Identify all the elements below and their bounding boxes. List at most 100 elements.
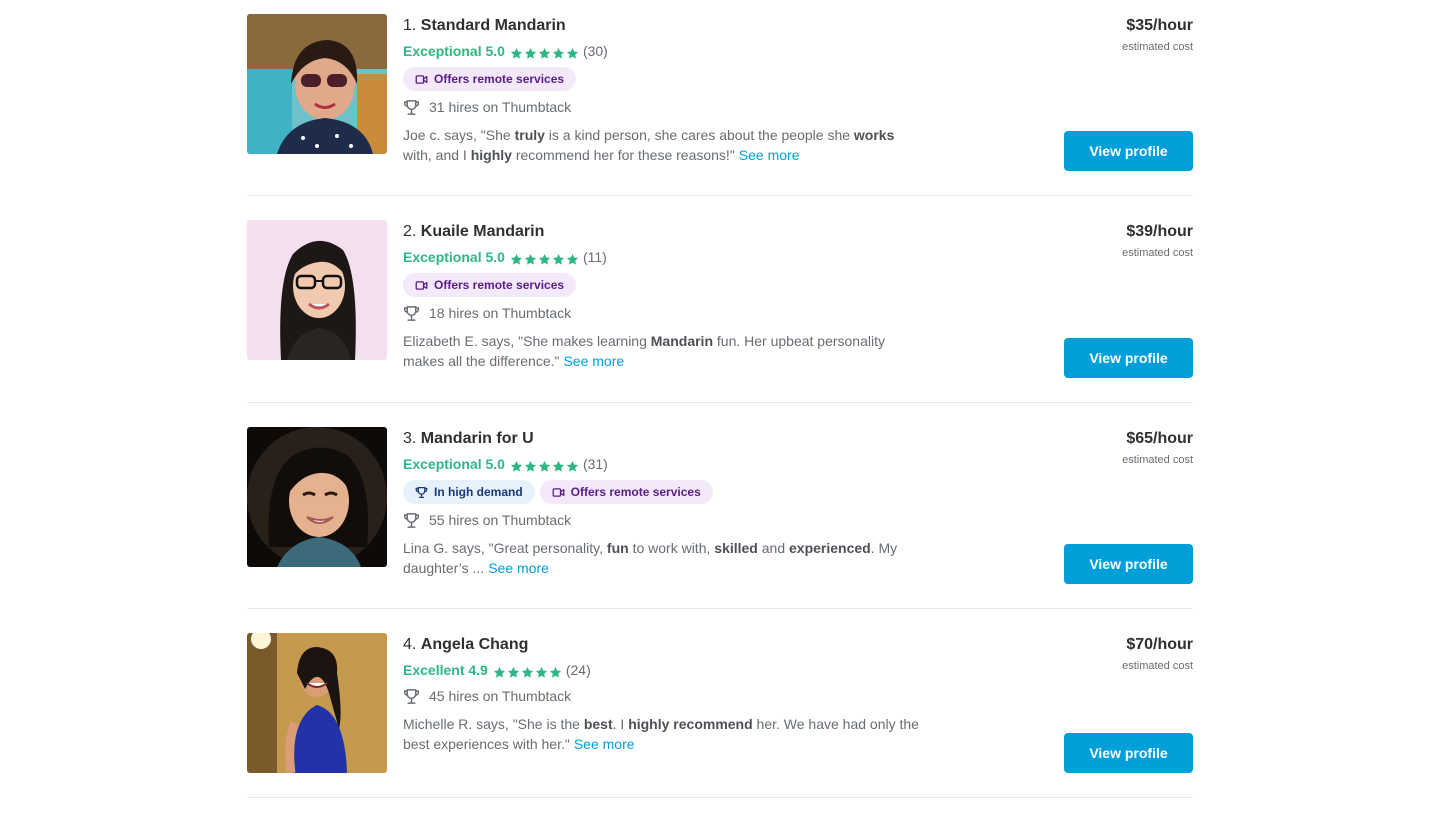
price-note: estimated cost — [1122, 660, 1193, 672]
star-icon — [566, 458, 579, 472]
review-highlight: truly — [514, 127, 545, 143]
price-block: $39/hour estimated cost — [1122, 220, 1193, 260]
review-snippet: Joe c. says, "She truly is a kind person… — [403, 125, 923, 165]
pro-name[interactable]: Angela Chang — [421, 636, 529, 653]
pro-info: 4. Angela Chang Excellent 4.9 (24) 45 hi… — [403, 633, 923, 754]
pro-card: 4. Angela Chang Excellent 4.9 (24) 45 hi… — [247, 609, 1193, 798]
pro-info: 2. Kuaile Mandarin Exceptional 5.0 (11) … — [403, 220, 923, 371]
rating-stars — [493, 664, 562, 678]
badges: Offers remote services — [403, 273, 923, 297]
star-icon — [510, 45, 523, 59]
hires-count: 45 hires on Thumbtack — [429, 688, 572, 704]
pro-title[interactable]: 3. Mandarin for U — [403, 427, 923, 451]
pro-rank: 3. — [403, 430, 417, 447]
star-icon — [507, 664, 520, 678]
pro-title[interactable]: 1. Standard Mandarin — [403, 14, 923, 38]
pro-rank: 2. — [403, 223, 417, 240]
review-snippet: Michelle R. says, "She is the best. I hi… — [403, 714, 923, 754]
rating-stars — [510, 45, 579, 59]
pro-title[interactable]: 4. Angela Chang — [403, 633, 923, 657]
rating-stars — [510, 458, 579, 472]
rating-row: Excellent 4.9 (24) — [403, 660, 923, 680]
hires-row: 55 hires on Thumbtack — [403, 510, 923, 530]
trophy-icon — [415, 486, 428, 499]
review-count: (30) — [582, 43, 608, 59]
hires-row: 31 hires on Thumbtack — [403, 97, 923, 117]
badges: In high demand Offers remote services — [403, 480, 923, 504]
hires-count: 55 hires on Thumbtack — [429, 512, 572, 528]
star-icon — [510, 458, 523, 472]
review-text: Michelle R. says, "She is the — [403, 716, 584, 732]
review-text: Joe c. says, "She — [403, 127, 515, 143]
remote-services-badge: Offers remote services — [403, 67, 577, 91]
star-icon — [524, 458, 537, 472]
see-more-link[interactable]: See more — [739, 147, 800, 163]
rating-label: Excellent 4.9 — [403, 662, 488, 678]
review-highlight: Mandarin — [650, 333, 713, 349]
video-camera-icon — [552, 486, 565, 499]
pro-card: 3. Mandarin for U Exceptional 5.0 (31) I… — [247, 403, 1193, 609]
badge-label: Offers remote services — [570, 485, 701, 499]
hires-row: 18 hires on Thumbtack — [403, 303, 923, 323]
rating-label: Exceptional 5.0 — [403, 43, 505, 59]
review-text: Elizabeth E. says, "She makes learning — [403, 333, 651, 349]
pro-name[interactable]: Kuaile Mandarin — [421, 223, 545, 240]
pro-photo[interactable] — [247, 427, 387, 567]
price-block: $35/hour estimated cost — [1122, 14, 1193, 54]
trophy-icon — [403, 99, 420, 116]
view-profile-button[interactable]: View profile — [1064, 338, 1193, 378]
trophy-icon — [403, 512, 420, 529]
see-more-link[interactable]: See more — [488, 560, 549, 576]
star-icon — [538, 45, 551, 59]
view-profile-button[interactable]: View profile — [1064, 733, 1193, 773]
review-highlight: highly — [470, 147, 512, 163]
star-icon — [566, 251, 579, 265]
star-icon — [538, 458, 551, 472]
badge-label: Offers remote services — [434, 72, 565, 86]
video-camera-icon — [415, 73, 428, 86]
review-highlight: best — [583, 716, 613, 732]
review-text: to work with, — [628, 540, 715, 556]
pro-title[interactable]: 2. Kuaile Mandarin — [403, 220, 923, 244]
view-profile-button[interactable]: View profile — [1064, 131, 1193, 171]
review-text: Lina G. says, "Great personality, — [403, 540, 607, 556]
trophy-icon — [403, 688, 420, 705]
review-highlight: works — [853, 127, 895, 143]
star-icon — [549, 664, 562, 678]
pro-name[interactable]: Standard Mandarin — [421, 17, 566, 34]
price-block: $65/hour estimated cost — [1122, 427, 1193, 467]
remote-services-badge: Offers remote services — [403, 273, 577, 297]
star-icon — [521, 664, 534, 678]
pro-name[interactable]: Mandarin for U — [421, 430, 534, 447]
review-count: (31) — [582, 456, 608, 472]
price-amount: $65/hour — [1126, 430, 1193, 447]
badges: Offers remote services — [403, 67, 923, 91]
pro-photo[interactable] — [247, 633, 387, 773]
pro-photo[interactable] — [247, 220, 387, 360]
price-amount: $39/hour — [1126, 223, 1193, 240]
see-more-link[interactable]: See more — [563, 353, 624, 369]
star-icon — [524, 45, 537, 59]
pro-info: 3. Mandarin for U Exceptional 5.0 (31) I… — [403, 427, 923, 578]
review-text: . I — [612, 716, 629, 732]
price-amount: $70/hour — [1126, 636, 1193, 653]
review-text: and — [757, 540, 790, 556]
rating-row: Exceptional 5.0 (30) — [403, 41, 923, 61]
remote-services-badge: Offers remote services — [539, 480, 713, 504]
pro-list: 1. Standard Mandarin Exceptional 5.0 (30… — [247, 0, 1193, 798]
view-profile-button[interactable]: View profile — [1064, 544, 1193, 584]
pro-rank: 1. — [403, 17, 417, 34]
pro-rank: 4. — [403, 636, 417, 653]
see-more-link[interactable]: See more — [574, 736, 635, 752]
review-text: with, and I — [403, 147, 471, 163]
star-icon — [552, 251, 565, 265]
pro-photo[interactable] — [247, 14, 387, 154]
hires-count: 31 hires on Thumbtack — [429, 99, 572, 115]
rating-stars — [510, 251, 579, 265]
trophy-icon — [403, 305, 420, 322]
price-note: estimated cost — [1122, 41, 1193, 53]
badge-label: Offers remote services — [434, 278, 565, 292]
review-text: is a kind person, she cares about the pe… — [544, 127, 854, 143]
pro-card: 2. Kuaile Mandarin Exceptional 5.0 (11) … — [247, 196, 1193, 403]
high-demand-badge: In high demand — [403, 480, 535, 504]
